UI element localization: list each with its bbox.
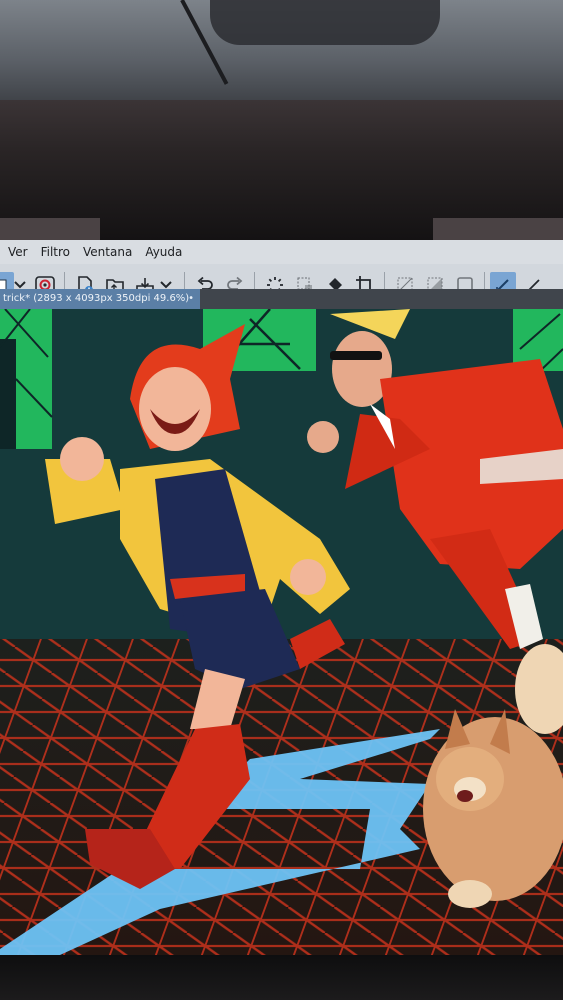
document-tab-title: trick* (2893 x 4093px 350dpi 49.6%) xyxy=(3,293,190,304)
desk-object xyxy=(210,0,440,45)
document-tab-bar: trick* (2893 x 4093px 350dpi 49.6%) • xyxy=(0,289,563,309)
tablet-bezel-top xyxy=(0,100,563,258)
menu-item-ver[interactable]: Ver xyxy=(8,245,28,259)
menu-bar: Ver Filtro Ventana Ayuda xyxy=(0,240,563,264)
menu-item-filtro[interactable]: Filtro xyxy=(41,245,70,259)
illustration xyxy=(0,309,563,955)
menu-item-ayuda[interactable]: Ayuda xyxy=(145,245,182,259)
tablet-bezel-bottom xyxy=(0,955,563,1000)
app-window: Ver Filtro Ventana Ayuda trick* (2893 x … xyxy=(0,240,563,955)
drawing-canvas[interactable] xyxy=(0,309,563,955)
menu-item-ventana[interactable]: Ventana xyxy=(83,245,132,259)
modified-indicator: • xyxy=(188,293,194,304)
desk-background xyxy=(0,0,563,110)
document-tab[interactable]: trick* (2893 x 4093px 350dpi 49.6%) • xyxy=(0,289,200,309)
